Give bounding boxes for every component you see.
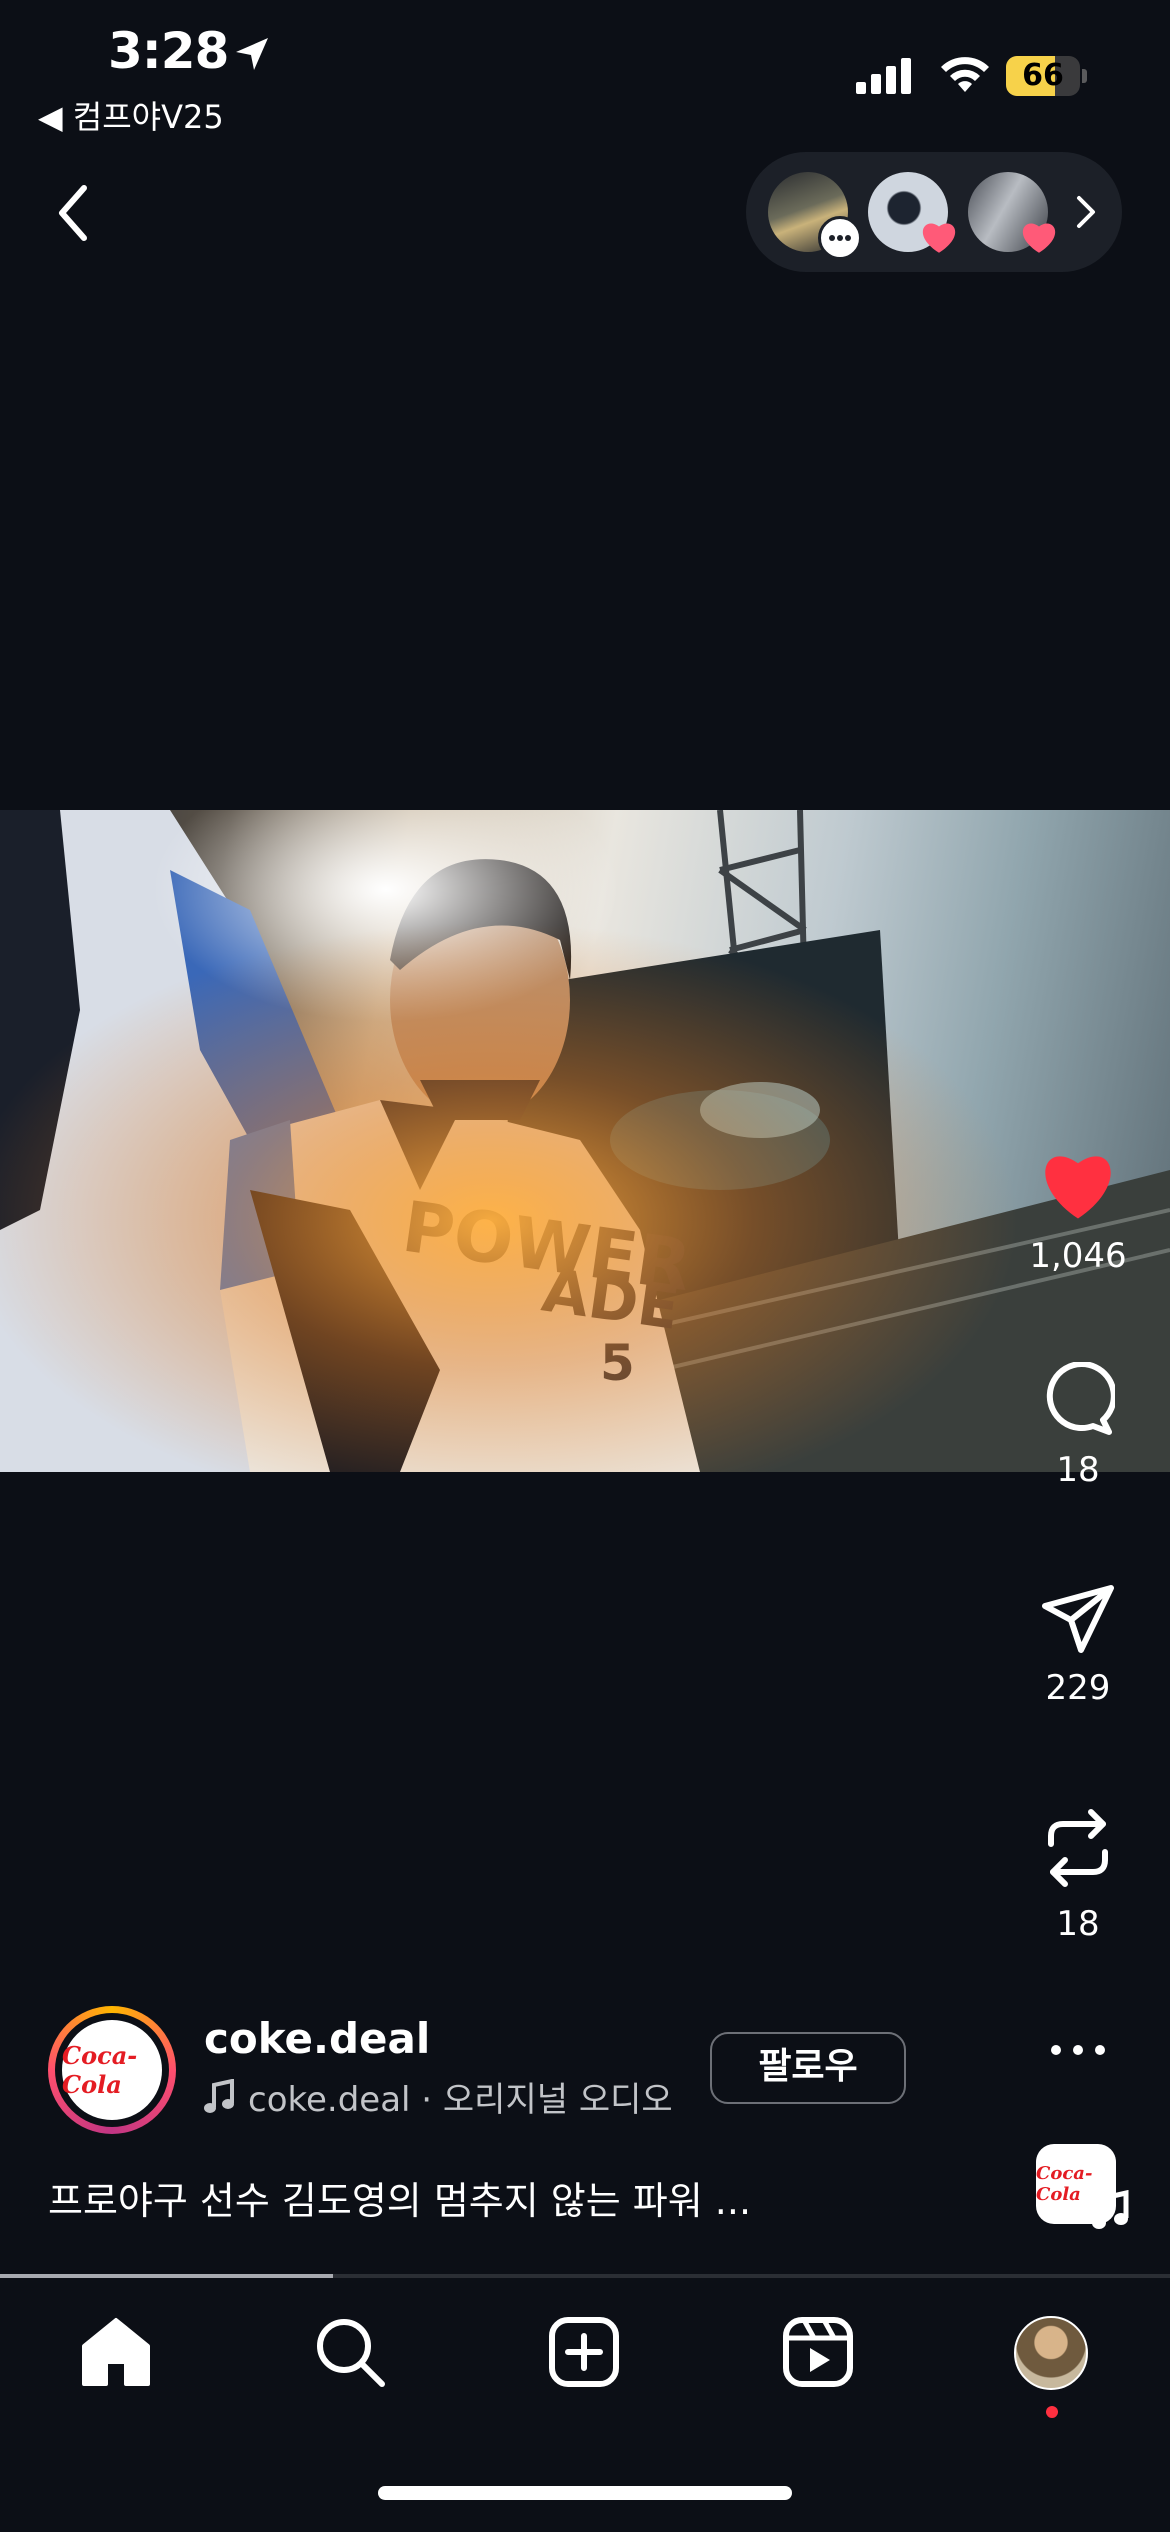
search-icon[interactable] [310, 2312, 390, 2392]
notification-dot [1046, 2406, 1058, 2418]
author-avatar[interactable]: Coca-Cola [48, 2006, 176, 2134]
send-icon[interactable] [1041, 1584, 1115, 1654]
music-note-icon [1092, 2190, 1129, 2229]
share-action[interactable]: 229 [1020, 1584, 1136, 1708]
profile-tab-avatar[interactable] [1014, 2316, 1088, 2390]
repost-count: 18 [1056, 1904, 1100, 1944]
reels-icon[interactable] [778, 2312, 858, 2392]
video-frame-illustration: POWER ADE 5 [0, 810, 1170, 1472]
chevron-left-icon [59, 185, 87, 241]
home-indicator[interactable] [378, 2486, 792, 2500]
comment-count: 18 [1056, 1450, 1100, 1490]
audio-link[interactable]: coke.deal · 오리지널 오디오 [204, 2072, 673, 2121]
repost-action[interactable]: 18 [1020, 1806, 1136, 1944]
reel-video[interactable]: POWER ADE 5 [0, 810, 1170, 1472]
coca-cola-logo: Coca-Cola [62, 2020, 162, 2120]
share-count: 229 [1045, 1668, 1111, 1708]
follow-button[interactable]: 팔로우 [710, 2032, 906, 2104]
wifi-icon [941, 57, 989, 92]
comment-icon [818, 216, 862, 260]
cellular-signal-icon [856, 58, 911, 94]
back-to-app-link[interactable]: ◀ 컴프야V25 [38, 92, 224, 138]
author-username[interactable]: coke.deal [204, 2014, 430, 2063]
comment-icon[interactable] [1041, 1361, 1117, 1436]
chevron-right-icon [1077, 196, 1095, 228]
more-options-icon[interactable] [1048, 2040, 1108, 2060]
battery-indicator: 66 [1006, 56, 1088, 96]
heart-filled-icon[interactable] [1036, 1146, 1120, 1222]
video-progress-fill [0, 2274, 334, 2278]
heart-badge-icon [918, 216, 956, 254]
recent-viewers-pill[interactable] [746, 152, 1122, 272]
battery-level: 66 [1022, 58, 1064, 93]
heart-badge-icon [1018, 216, 1056, 254]
home-icon[interactable] [76, 2312, 156, 2392]
like-count: 1,046 [1029, 1236, 1127, 1276]
back-button[interactable] [44, 178, 104, 248]
location-arrow-icon [236, 38, 268, 70]
like-action[interactable]: 1,046 [1020, 1146, 1136, 1276]
comment-action[interactable]: 18 [1020, 1361, 1136, 1490]
audio-label: coke.deal · 오리지널 오디오 [248, 2080, 673, 2120]
post-caption[interactable]: 프로야구 선수 김도영의 멈추지 않는 파워 ... [48, 2170, 751, 2225]
music-note-icon [204, 2078, 234, 2113]
repost-icon[interactable] [1043, 1806, 1113, 1890]
create-post-icon[interactable] [544, 2312, 624, 2392]
status-time: 3:28 [108, 22, 229, 80]
